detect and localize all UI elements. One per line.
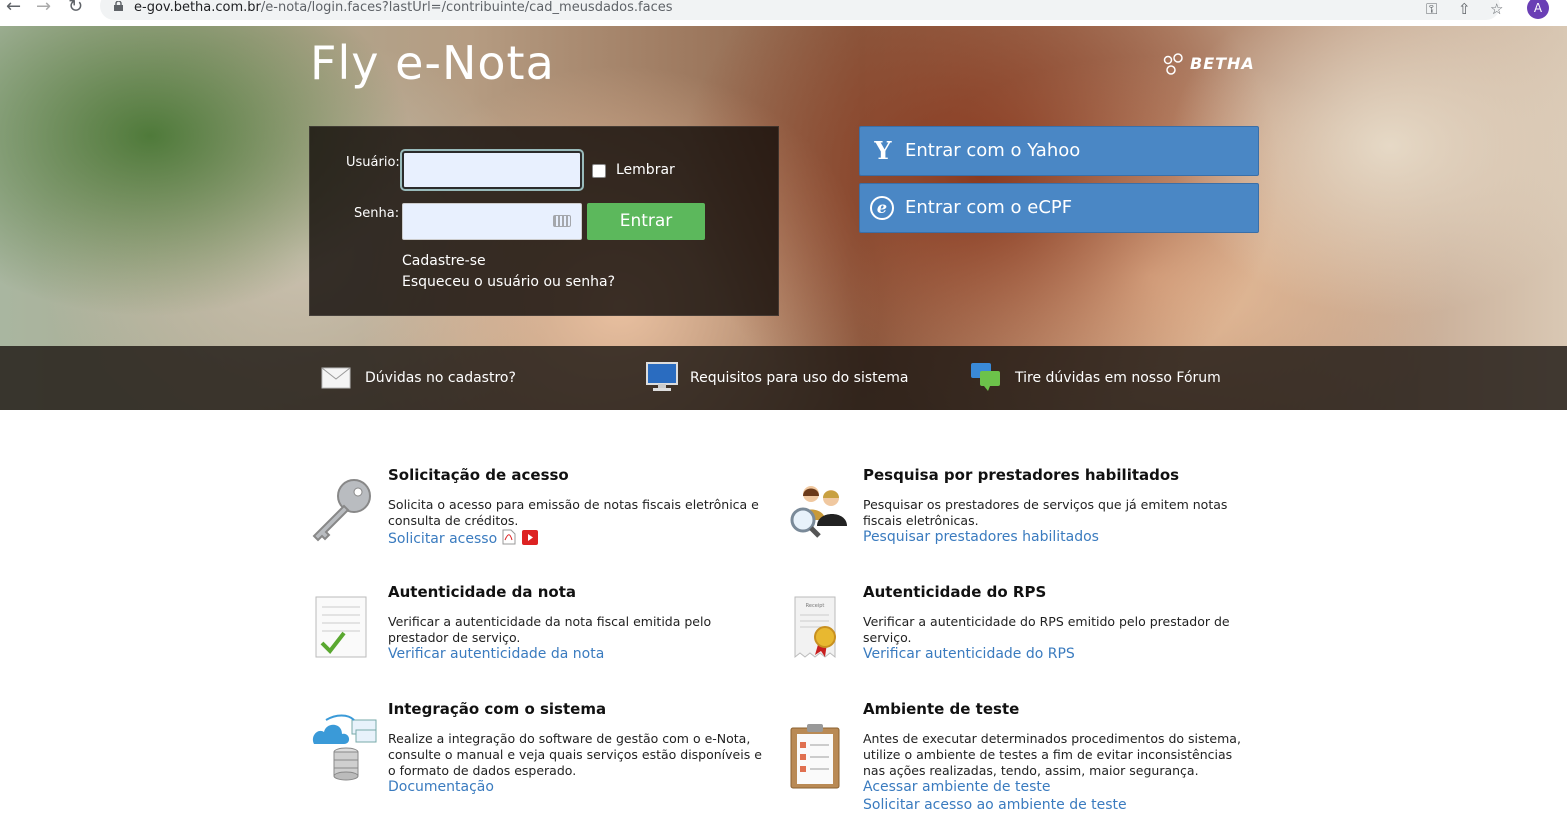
forward-arrow-icon[interactable]: → bbox=[36, 0, 51, 17]
card-provider-search: Pesquisa por prestadores habilitados Pes… bbox=[785, 466, 1245, 556]
card-description: Realize a integração do software de gest… bbox=[388, 731, 762, 778]
request-access-link[interactable]: Solicitar acesso bbox=[388, 531, 497, 547]
ecpf-icon: e bbox=[870, 196, 894, 220]
cloud-database-icon bbox=[312, 714, 377, 781]
yahoo-login-label: Entrar com o Yahoo bbox=[905, 140, 1081, 161]
video-play-icon[interactable] bbox=[522, 530, 538, 545]
keyboard-icon[interactable] bbox=[553, 215, 571, 227]
user-label: Usuário: bbox=[346, 155, 400, 170]
signup-link[interactable]: Cadastre-se bbox=[402, 253, 486, 269]
card-title: Ambiente de teste bbox=[863, 700, 1020, 718]
username-input[interactable] bbox=[400, 149, 584, 191]
monitor-icon bbox=[646, 362, 678, 391]
browser-toolbar: ← → ↻ e-gov.betha.com.br/e-nota/login.fa… bbox=[0, 0, 1567, 28]
help-signup-link[interactable]: Dúvidas no cadastro? bbox=[365, 346, 516, 410]
yahoo-icon: Y bbox=[874, 136, 892, 165]
avatar[interactable]: A bbox=[1527, 0, 1549, 19]
card-title: Autenticidade do RPS bbox=[863, 583, 1047, 601]
people-search-icon bbox=[790, 486, 847, 538]
chat-bubbles-icon bbox=[971, 363, 1000, 391]
pdf-icon[interactable] bbox=[502, 529, 516, 545]
password-label: Senha: bbox=[354, 206, 400, 221]
search-providers-link[interactable]: Pesquisar prestadores habilitados bbox=[863, 529, 1099, 545]
help-forum-link[interactable]: Tire dúvidas em nosso Fórum bbox=[1015, 346, 1221, 410]
remember-checkbox[interactable] bbox=[592, 164, 606, 178]
help-requirements-link[interactable]: Requisitos para uso do sistema bbox=[690, 346, 908, 410]
receipt-seal-icon: Receipt bbox=[794, 596, 836, 659]
envelope-icon bbox=[321, 367, 351, 389]
card-note-authenticity: Autenticidade da nota Verificar a autent… bbox=[310, 583, 770, 673]
card-access-request: Solicitação de acesso Solicita o acesso … bbox=[310, 466, 770, 556]
document-check-icon bbox=[315, 596, 367, 658]
card-description: Solicita o acesso para emissão de notas … bbox=[388, 497, 759, 528]
remember-label[interactable]: Lembrar bbox=[616, 162, 675, 178]
card-rps-authenticity: Receipt Autenticidade do RPS Verificar a… bbox=[785, 583, 1245, 673]
betha-logo-icon bbox=[1163, 53, 1183, 75]
verify-note-link[interactable]: Verificar autenticidade da nota bbox=[388, 646, 604, 662]
card-test-environment: Ambiente de teste Antes de executar dete… bbox=[785, 700, 1245, 813]
card-title: Pesquisa por prestadores habilitados bbox=[863, 466, 1180, 484]
verify-rps-link[interactable]: Verificar autenticidade do RPS bbox=[863, 646, 1075, 662]
key-icon[interactable]: ⚿ bbox=[1426, 0, 1437, 18]
receipt-label: Receipt bbox=[806, 603, 825, 609]
reload-icon[interactable]: ↻ bbox=[68, 0, 83, 17]
forgot-password-link[interactable]: Esqueceu o usuário ou senha? bbox=[402, 274, 615, 290]
card-title: Integração com o sistema bbox=[388, 700, 607, 718]
card-description: Verificar a autenticidade do RPS emitido… bbox=[863, 614, 1230, 645]
card-system-integration: Integração com o sistema Realize a integ… bbox=[310, 700, 770, 800]
hero-banner: Fly e-Nota BETHA Usuário: Lembrar Senha:… bbox=[0, 26, 1567, 410]
lock-icon bbox=[114, 1, 123, 11]
documentation-link[interactable]: Documentação bbox=[388, 779, 494, 795]
betha-brand: BETHA bbox=[1190, 54, 1255, 73]
star-icon[interactable]: ☆ bbox=[1490, 0, 1503, 18]
login-panel: Usuário: Lembrar Senha: Entrar Cadastre-… bbox=[309, 126, 779, 316]
back-arrow-icon[interactable]: ← bbox=[6, 0, 21, 17]
share-icon[interactable]: ⇧ bbox=[1458, 0, 1471, 18]
card-title: Autenticidade da nota bbox=[388, 583, 577, 601]
card-description: Antes de executar determinados procedime… bbox=[863, 731, 1241, 778]
request-test-env-link[interactable]: Solicitar acesso ao ambiente de teste bbox=[863, 797, 1127, 813]
card-title: Solicitação de acesso bbox=[388, 466, 569, 484]
card-description: Verificar a autenticidade da nota fiscal… bbox=[388, 614, 712, 645]
url-path: /e-nota/login.faces?lastUrl=/contribuint… bbox=[260, 0, 673, 15]
enter-button[interactable]: Entrar bbox=[587, 203, 705, 240]
url-text: e-gov.betha.com.br/e-nota/login.faces?la… bbox=[134, 0, 673, 16]
url-host: e-gov.betha.com.br bbox=[134, 0, 261, 15]
card-description: Pesquisar os prestadores de serviços que… bbox=[863, 497, 1228, 528]
password-input[interactable] bbox=[402, 203, 582, 240]
page-title: Fly e-Nota bbox=[310, 36, 555, 90]
help-bar: Dúvidas no cadastro? Requisitos para uso… bbox=[0, 346, 1567, 410]
ecpf-login-button[interactable]: e Entrar com o eCPF bbox=[859, 183, 1259, 233]
clipboard-icon bbox=[790, 724, 840, 789]
yahoo-login-button[interactable]: Y Entrar com o Yahoo bbox=[859, 126, 1259, 176]
ecpf-login-label: Entrar com o eCPF bbox=[905, 197, 1073, 218]
key-icon bbox=[312, 479, 371, 542]
access-test-env-link[interactable]: Acessar ambiente de teste bbox=[863, 779, 1051, 795]
